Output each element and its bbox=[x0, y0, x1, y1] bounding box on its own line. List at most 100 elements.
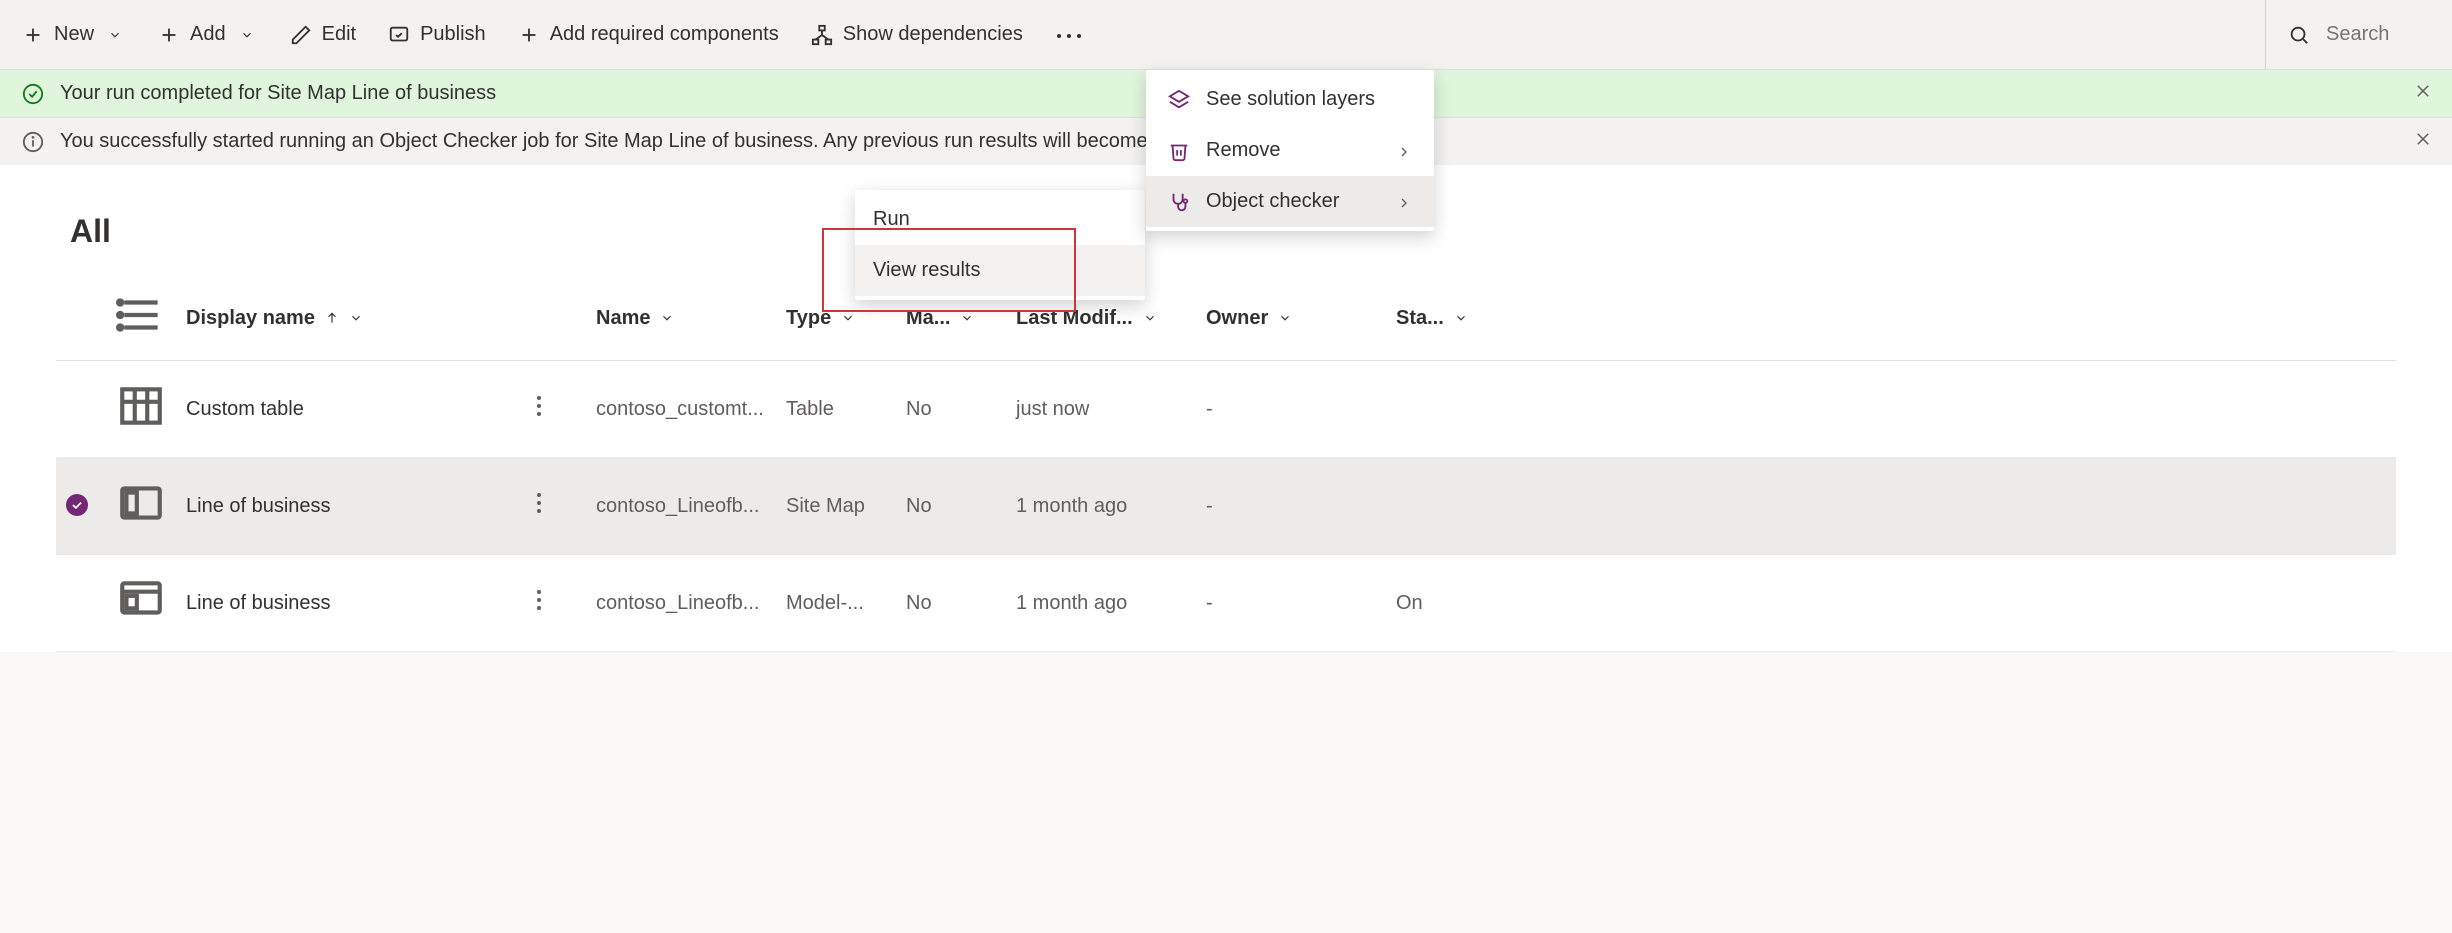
row-actions-button[interactable] bbox=[536, 497, 542, 519]
header-label: Owner bbox=[1206, 307, 1268, 330]
plus-icon bbox=[518, 24, 540, 46]
cell-owner: - bbox=[1196, 361, 1386, 458]
pencil-icon bbox=[290, 24, 312, 46]
objects-table: Display name Name Type bbox=[56, 276, 2396, 652]
row-select[interactable] bbox=[56, 361, 106, 458]
show-deps-label: Show dependencies bbox=[843, 23, 1023, 46]
cell-display-name: Line of business bbox=[176, 458, 526, 555]
overflow-menu: See solution layers Remove Object checke… bbox=[1146, 70, 1434, 231]
header-label: Sta... bbox=[1396, 307, 1444, 330]
selected-check-icon bbox=[66, 494, 88, 516]
cell-owner: - bbox=[1196, 555, 1386, 652]
chevron-down-icon bbox=[660, 311, 674, 325]
overflow-button[interactable] bbox=[1041, 15, 1097, 54]
menu-item-remove[interactable]: Remove bbox=[1146, 125, 1434, 176]
close-banner-button[interactable] bbox=[2414, 130, 2432, 154]
cell-status bbox=[1386, 361, 2396, 458]
submenu-run[interactable]: Run bbox=[855, 194, 1145, 245]
add-required-button[interactable]: Add required components bbox=[504, 15, 793, 54]
cell-owner: - bbox=[1196, 458, 1386, 555]
cell-display-name: Custom table bbox=[176, 361, 526, 458]
header-label: Last Modif... bbox=[1016, 307, 1133, 330]
chevron-right-icon bbox=[1396, 143, 1412, 159]
column-select[interactable] bbox=[56, 276, 106, 361]
object-checker-submenu: Run View results bbox=[855, 190, 1145, 300]
publish-icon bbox=[388, 24, 410, 46]
trash-icon bbox=[1168, 140, 1190, 162]
publish-button[interactable]: Publish bbox=[374, 15, 500, 54]
column-icon[interactable] bbox=[106, 276, 176, 361]
cell-modified: just now bbox=[1006, 361, 1196, 458]
layers-icon bbox=[1168, 89, 1190, 111]
chevron-right-icon bbox=[1396, 194, 1412, 210]
search-box[interactable] bbox=[2265, 0, 2444, 69]
header-label: Ma... bbox=[906, 307, 950, 330]
column-name[interactable]: Name bbox=[586, 276, 776, 361]
command-bar: New Add Edit Publish bbox=[0, 0, 2452, 70]
table-row[interactable]: Line of business contoso_Lineofb... Site… bbox=[56, 458, 2396, 555]
cell-type: Table bbox=[776, 361, 896, 458]
sort-ascending-icon bbox=[325, 311, 339, 325]
cell-type: Site Map bbox=[776, 458, 896, 555]
sitemap-icon bbox=[116, 511, 166, 533]
cell-type: Model-... bbox=[776, 555, 896, 652]
show-dependencies-button[interactable]: Show dependencies bbox=[797, 15, 1037, 54]
cell-display-name: Line of business bbox=[176, 555, 526, 652]
chevron-down-icon bbox=[841, 311, 855, 325]
menu-item-object-checker[interactable]: Object checker bbox=[1146, 176, 1434, 227]
menu-item-solution-layers[interactable]: See solution layers bbox=[1146, 74, 1434, 125]
submenu-view-results[interactable]: View results bbox=[855, 245, 1145, 296]
cell-managed: No bbox=[896, 555, 1006, 652]
close-banner-button[interactable] bbox=[2414, 82, 2432, 106]
info-circle-icon bbox=[22, 131, 44, 153]
dependencies-icon bbox=[811, 24, 833, 46]
header-label: Display name bbox=[186, 307, 315, 330]
row-select[interactable] bbox=[56, 458, 106, 555]
vertical-ellipsis-icon bbox=[536, 395, 542, 417]
cell-modified: 1 month ago bbox=[1006, 458, 1196, 555]
content-area: All Display name bbox=[0, 165, 2452, 652]
stethoscope-icon bbox=[1168, 191, 1190, 213]
row-actions-button[interactable] bbox=[536, 594, 542, 616]
edit-button[interactable]: Edit bbox=[276, 15, 370, 54]
column-status[interactable]: Sta... bbox=[1386, 276, 2396, 361]
publish-label: Publish bbox=[420, 23, 486, 46]
chevron-down-icon bbox=[1454, 311, 1468, 325]
plus-icon bbox=[158, 24, 180, 46]
chevron-down-icon bbox=[349, 311, 363, 325]
row-select[interactable] bbox=[56, 555, 106, 652]
chevron-down-icon bbox=[1278, 311, 1292, 325]
row-actions-button[interactable] bbox=[536, 400, 542, 422]
info-text: You successfully started running an Obje… bbox=[60, 130, 1205, 153]
cell-name: contoso_Lineofb... bbox=[586, 458, 776, 555]
add-button[interactable]: Add bbox=[144, 15, 272, 54]
column-owner[interactable]: Owner bbox=[1196, 276, 1386, 361]
chevron-down-icon bbox=[960, 311, 974, 325]
ellipsis-icon bbox=[1055, 32, 1083, 40]
chevron-down-icon bbox=[1143, 311, 1157, 325]
list-icon bbox=[116, 323, 166, 345]
table-row[interactable]: Custom table contoso_customt... Table No… bbox=[56, 361, 2396, 458]
close-icon bbox=[2414, 130, 2432, 148]
close-icon bbox=[2414, 82, 2432, 100]
cell-managed: No bbox=[896, 458, 1006, 555]
submenu-label: View results bbox=[873, 259, 980, 281]
column-display-name[interactable]: Display name bbox=[176, 276, 526, 361]
table-icon bbox=[116, 414, 166, 436]
cell-status: On bbox=[1386, 555, 2396, 652]
vertical-ellipsis-icon bbox=[536, 492, 542, 514]
search-input[interactable] bbox=[2324, 22, 2444, 47]
success-text: Your run completed for Site Map Line of … bbox=[60, 82, 496, 105]
new-label: New bbox=[54, 23, 94, 46]
search-icon bbox=[2288, 24, 2310, 46]
check-circle-icon bbox=[22, 83, 44, 105]
table-row[interactable]: Line of business contoso_Lineofb... Mode… bbox=[56, 555, 2396, 652]
menu-label: See solution layers bbox=[1206, 88, 1375, 111]
cell-modified: 1 month ago bbox=[1006, 555, 1196, 652]
new-button[interactable]: New bbox=[8, 15, 140, 54]
chevron-down-icon bbox=[104, 24, 126, 46]
menu-label: Remove bbox=[1206, 139, 1280, 162]
add-required-label: Add required components bbox=[550, 23, 779, 46]
cell-name: contoso_customt... bbox=[586, 361, 776, 458]
vertical-ellipsis-icon bbox=[536, 589, 542, 611]
